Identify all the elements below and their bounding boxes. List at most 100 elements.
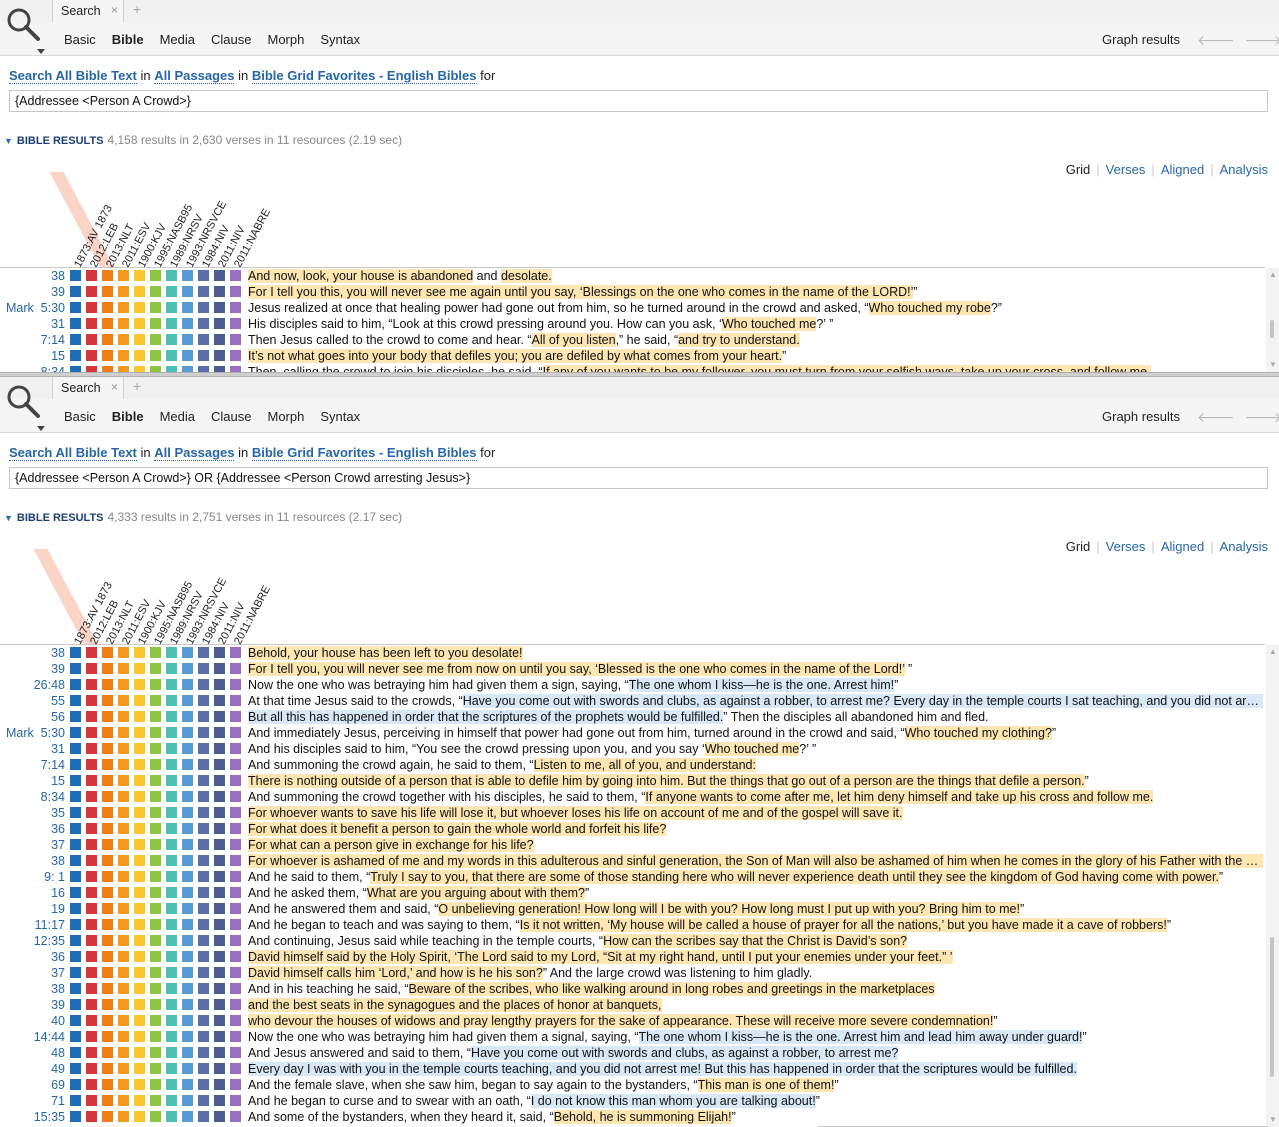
resource-hit-square[interactable] xyxy=(198,823,209,834)
resource-hit-square[interactable] xyxy=(150,743,161,754)
resource-hit-square[interactable] xyxy=(198,679,209,690)
nav-clause[interactable]: Clause xyxy=(211,32,251,47)
resource-hit-square[interactable] xyxy=(150,903,161,914)
resource-hit-square[interactable] xyxy=(102,711,113,722)
resource-hit-square[interactable] xyxy=(166,759,177,770)
result-row[interactable]: 71 And he began to curse and to swear wit… xyxy=(0,1093,1265,1109)
resource-hit-square[interactable] xyxy=(102,1031,113,1042)
resource-hit-square[interactable] xyxy=(166,695,177,706)
resource-hit-square[interactable] xyxy=(86,903,97,914)
resource-hit-square[interactable] xyxy=(70,759,81,770)
resource-hit-square[interactable] xyxy=(86,302,97,313)
resource-hit-square[interactable] xyxy=(198,663,209,674)
resource-hit-square[interactable] xyxy=(102,983,113,994)
resource-hit-square[interactable] xyxy=(118,270,129,281)
resource-hit-square[interactable] xyxy=(230,903,241,914)
verse-text[interactable]: And summoning the crowd again, he said t… xyxy=(248,757,1263,773)
resource-hit-square[interactable] xyxy=(150,695,161,706)
resource-hit-square[interactable] xyxy=(214,983,225,994)
resource-hit-square[interactable] xyxy=(166,743,177,754)
resource-hit-square[interactable] xyxy=(134,318,145,329)
result-row[interactable]: 69 And the female slave, when she saw him… xyxy=(0,1077,1265,1093)
resource-hit-square[interactable] xyxy=(86,951,97,962)
resource-hit-square[interactable] xyxy=(134,855,145,866)
resource-hit-square[interactable] xyxy=(230,823,241,834)
verse-reference[interactable]: 38 xyxy=(51,981,65,997)
verse-text[interactable]: And continuing, Jesus said while teachin… xyxy=(248,933,1263,949)
close-tab-icon[interactable]: × xyxy=(111,380,118,394)
resource-hit-square[interactable] xyxy=(86,663,97,674)
book-label[interactable]: Mark xyxy=(6,725,34,741)
verse-reference[interactable]: 39 xyxy=(51,284,65,300)
resource-hit-square[interactable] xyxy=(214,887,225,898)
resource-hit-square[interactable] xyxy=(182,887,193,898)
back-arrow-icon[interactable]: 🡐 xyxy=(1197,409,1235,426)
resource-hit-square[interactable] xyxy=(118,887,129,898)
verse-text[interactable]: Now the one who was betraying him had gi… xyxy=(248,677,1263,693)
nav-basic[interactable]: Basic xyxy=(64,32,96,47)
resource-hit-square[interactable] xyxy=(166,1079,177,1090)
verse-reference[interactable]: 14:44 xyxy=(34,1029,65,1045)
resource-hit-square[interactable] xyxy=(198,1031,209,1042)
resource-hit-square[interactable] xyxy=(86,807,97,818)
verse-reference[interactable]: 15:35 xyxy=(34,1109,65,1125)
resource-hit-square[interactable] xyxy=(198,318,209,329)
resource-hit-square[interactable] xyxy=(198,807,209,818)
resource-hit-square[interactable] xyxy=(230,318,241,329)
resource-hit-square[interactable] xyxy=(70,1063,81,1074)
resource-hit-square[interactable] xyxy=(230,855,241,866)
resource-hit-square[interactable] xyxy=(70,807,81,818)
resource-hit-square[interactable] xyxy=(214,807,225,818)
resource-hit-square[interactable] xyxy=(182,967,193,978)
resource-hit-square[interactable] xyxy=(134,983,145,994)
resource-hit-square[interactable] xyxy=(214,727,225,738)
resource-hit-square[interactable] xyxy=(102,903,113,914)
resource-hit-square[interactable] xyxy=(118,967,129,978)
resource-hit-square[interactable] xyxy=(118,350,129,361)
resource-hit-square[interactable] xyxy=(134,999,145,1010)
resource-hit-square[interactable] xyxy=(230,983,241,994)
resource-hit-square[interactable] xyxy=(198,1047,209,1058)
resource-hit-square[interactable] xyxy=(118,695,129,706)
passages-dropdown[interactable]: All Passages xyxy=(154,68,235,84)
verse-text[interactable]: And now, look, your house is abandoned a… xyxy=(248,268,1263,284)
resource-hit-square[interactable] xyxy=(86,1015,97,1026)
result-row[interactable]: 36 For what does it benefit a person to g… xyxy=(0,821,1265,837)
verse-reference[interactable]: 38 xyxy=(51,645,65,661)
resource-hit-square[interactable] xyxy=(230,1063,241,1074)
resource-hit-square[interactable] xyxy=(134,807,145,818)
bible-results-header[interactable]: ▼ BIBLE RESULTS 4,333 results in 2,751 ver… xyxy=(4,510,402,524)
resource-hit-square[interactable] xyxy=(70,855,81,866)
resource-hit-square[interactable] xyxy=(166,903,177,914)
resource-hit-square[interactable] xyxy=(86,695,97,706)
resource-hit-square[interactable] xyxy=(134,775,145,786)
resource-hit-square[interactable] xyxy=(182,302,193,313)
view-verses[interactable]: Verses xyxy=(1106,162,1146,177)
verse-text[interactable]: For whoever is ashamed of me and my word… xyxy=(248,853,1263,869)
verse-text[interactable]: And Jesus answered and said to them, “Ha… xyxy=(248,1045,1263,1061)
resource-hit-square[interactable] xyxy=(198,887,209,898)
verse-reference[interactable]: 19 xyxy=(51,901,65,917)
resource-hit-square[interactable] xyxy=(134,679,145,690)
resource-hit-square[interactable] xyxy=(230,1095,241,1106)
verse-reference[interactable]: 69 xyxy=(51,1077,65,1093)
search-query-input[interactable]: {Addressee <Person A Crowd>} OR {Address… xyxy=(9,467,1268,489)
resource-hit-square[interactable] xyxy=(134,711,145,722)
result-row[interactable]: 38 And now, look, your house is abandoned… xyxy=(0,268,1265,284)
view-verses[interactable]: Verses xyxy=(1106,539,1146,554)
bible-results-header[interactable]: ▼ BIBLE RESULTS 4,158 results in 2,630 ver… xyxy=(4,133,402,147)
result-row[interactable]: Mark 5:30 Jesus realized at once that heal… xyxy=(0,300,1265,316)
result-row[interactable]: 8:34 Then, calling the crowd to join his … xyxy=(0,364,1265,372)
resource-hit-square[interactable] xyxy=(214,695,225,706)
resource-hit-square[interactable] xyxy=(198,350,209,361)
resource-hit-square[interactable] xyxy=(182,1111,193,1122)
resource-hit-square[interactable] xyxy=(198,871,209,882)
resource-hit-square[interactable] xyxy=(118,999,129,1010)
resource-hit-square[interactable] xyxy=(86,1095,97,1106)
resource-hit-square[interactable] xyxy=(118,807,129,818)
resource-hit-square[interactable] xyxy=(70,695,81,706)
resource-hit-square[interactable] xyxy=(118,903,129,914)
resource-hit-square[interactable] xyxy=(118,935,129,946)
resource-hit-square[interactable] xyxy=(102,286,113,297)
passages-dropdown[interactable]: All Passages xyxy=(154,445,235,461)
